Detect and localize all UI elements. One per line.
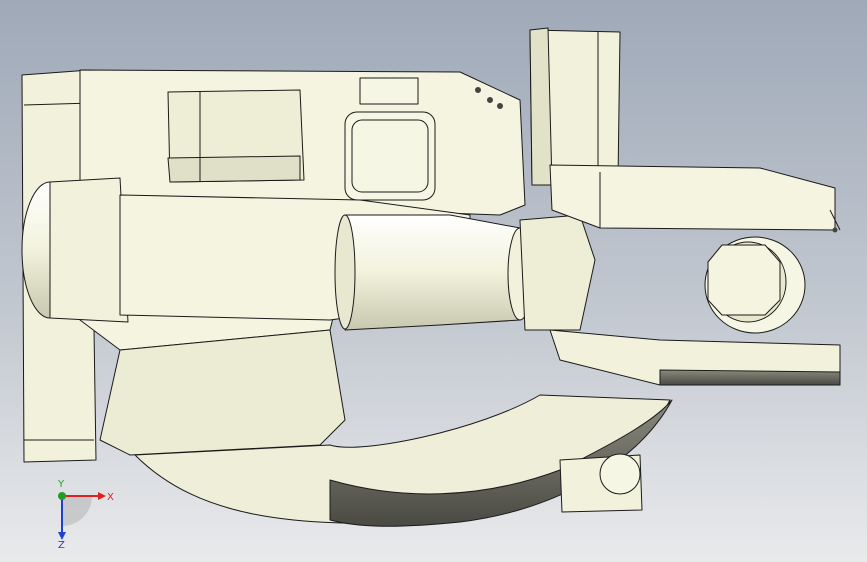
robot-arm-model[interactable] bbox=[0, 0, 867, 562]
forearm-tube bbox=[344, 214, 521, 331]
coordinate-triad: X Y Z bbox=[40, 478, 120, 548]
y-axis-label: Y bbox=[57, 479, 65, 490]
cad-viewport[interactable]: X Y Z bbox=[0, 0, 867, 562]
y-axis-dot bbox=[58, 492, 66, 500]
octagon-nut bbox=[707, 244, 781, 316]
cover-plate-upper bbox=[344, 111, 436, 201]
x-axis-label: X bbox=[107, 492, 114, 503]
wrist-joint bbox=[519, 214, 596, 331]
tool-flange-upper bbox=[549, 164, 836, 231]
z-axis-label: Z bbox=[58, 540, 65, 548]
triad-xy-plane bbox=[62, 496, 92, 526]
lower-bolt bbox=[599, 453, 641, 495]
